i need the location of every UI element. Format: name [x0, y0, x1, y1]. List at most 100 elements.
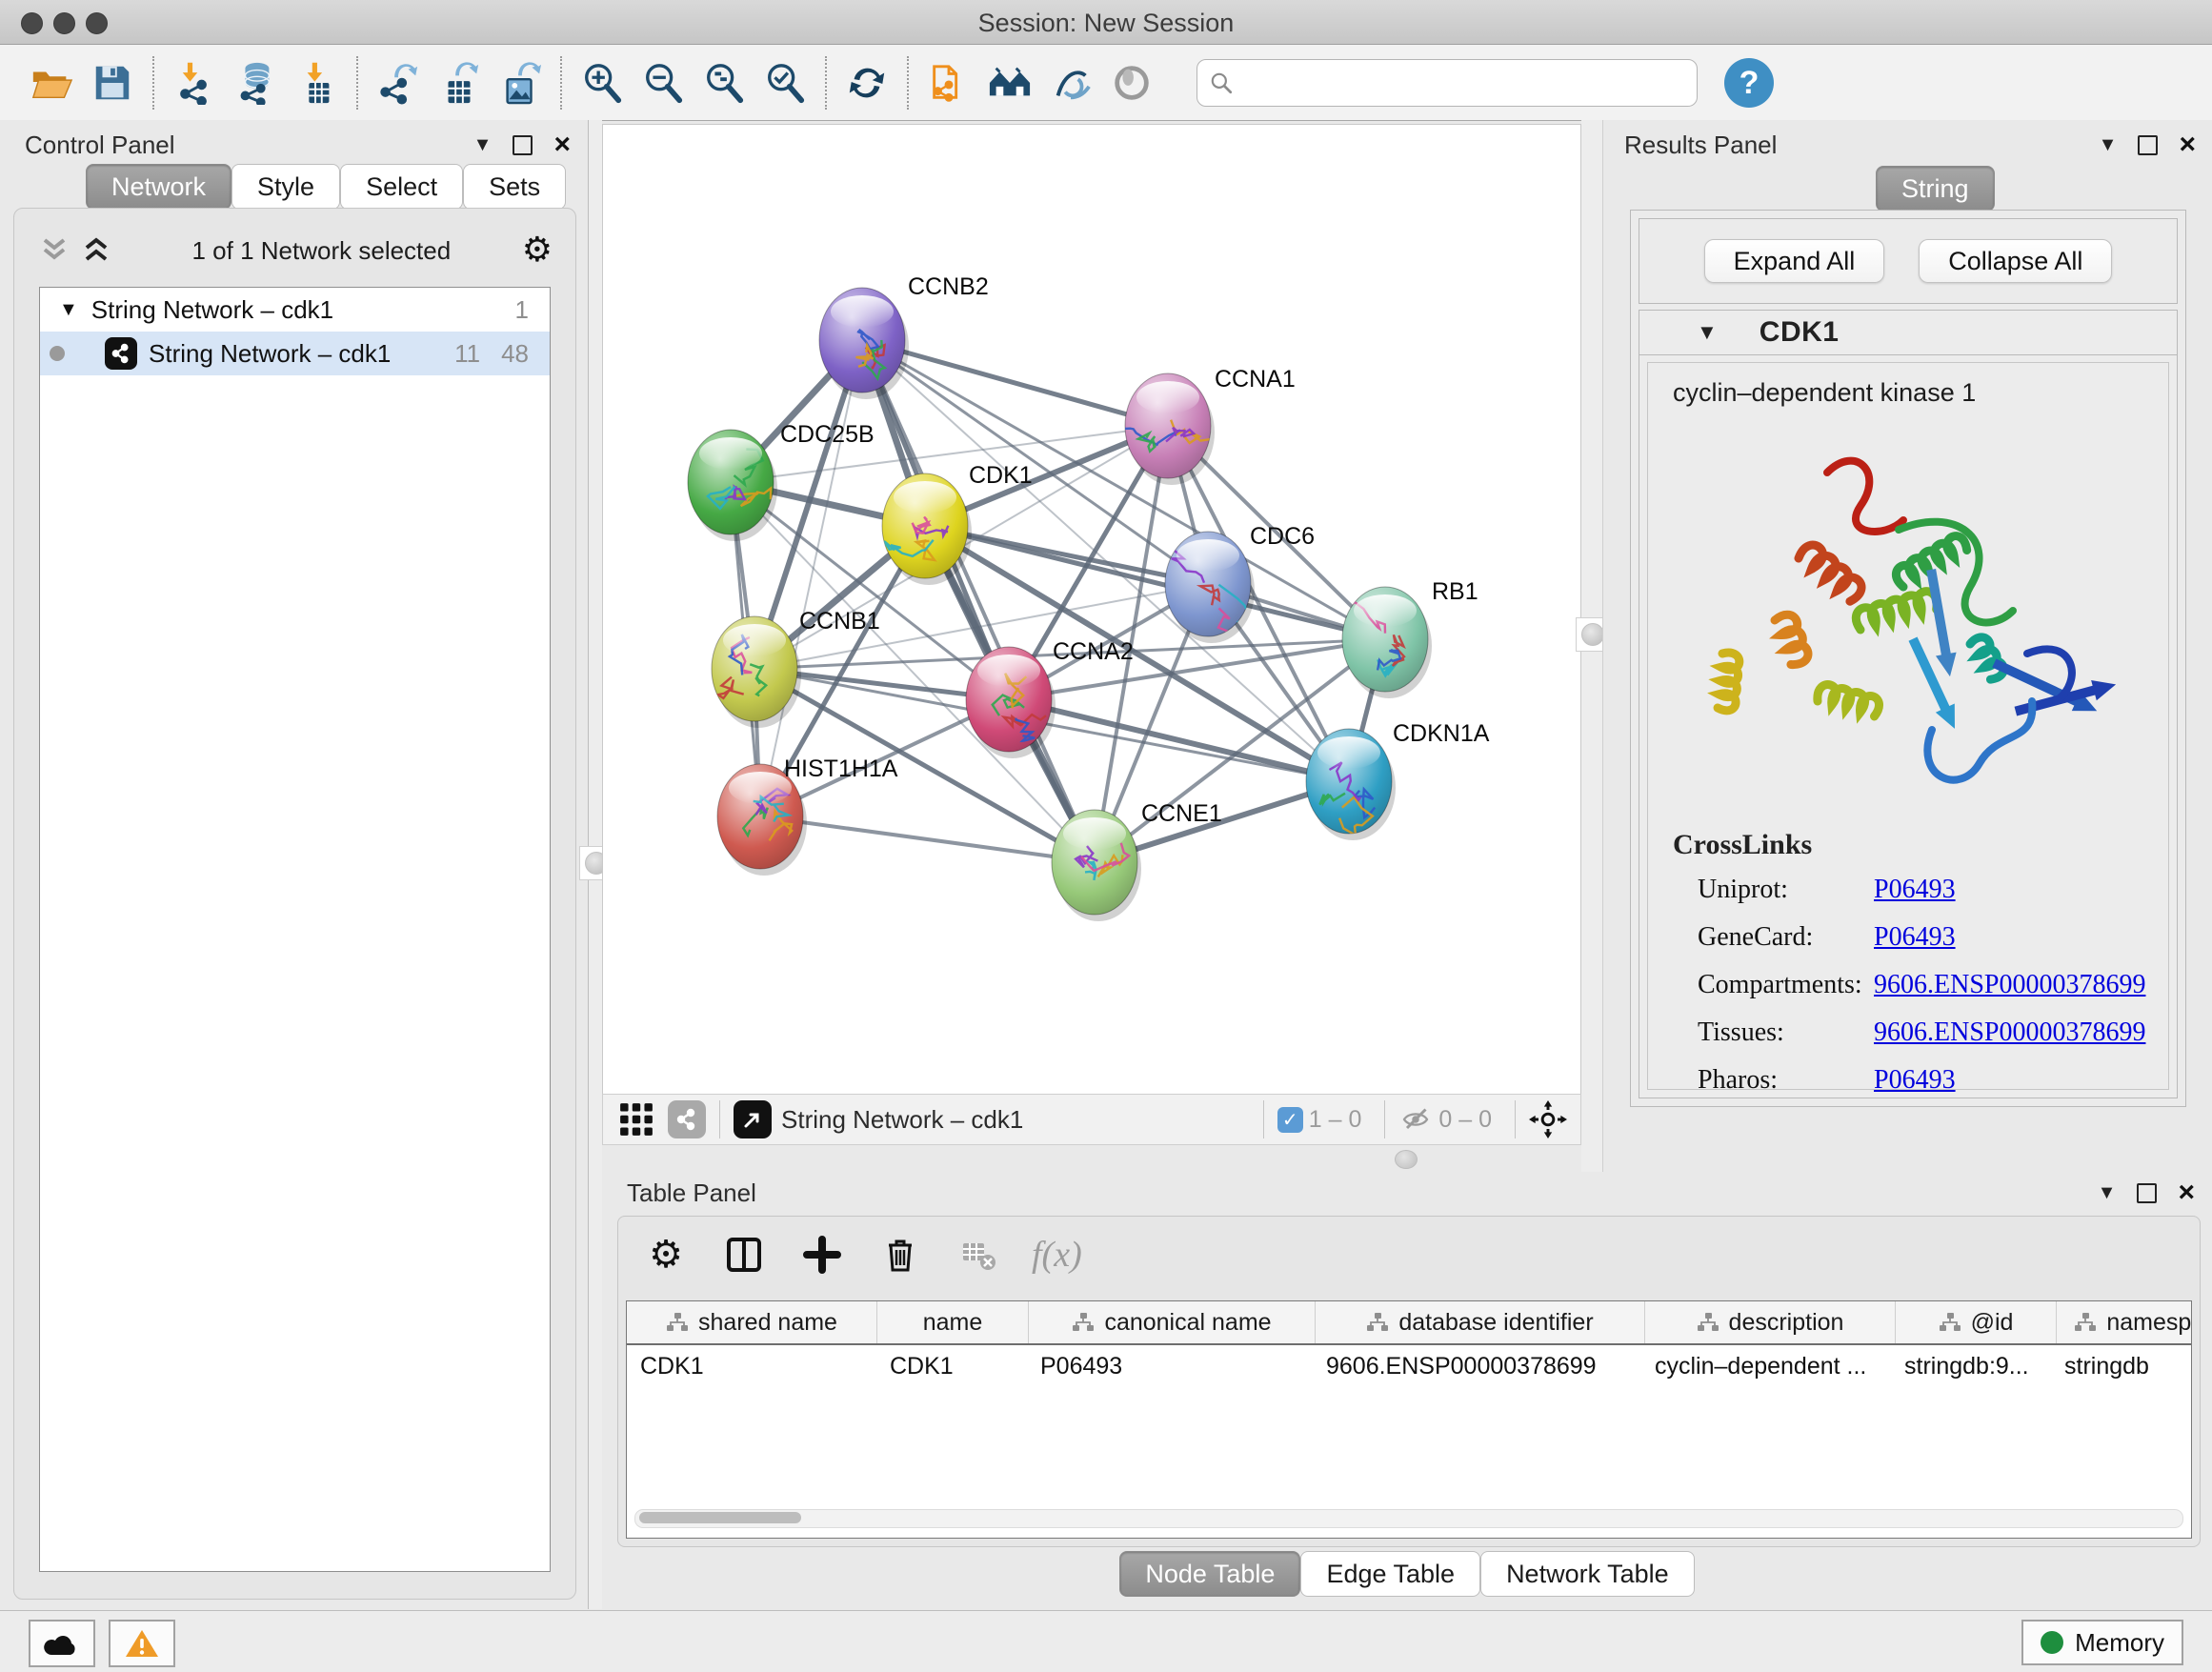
panel-float-icon[interactable] [513, 135, 533, 155]
export-network-button[interactable] [368, 54, 429, 111]
table-cell[interactable]: stringdb:9... [1891, 1345, 2051, 1387]
network-options-gear-icon[interactable]: ⚙ [522, 233, 553, 268]
panel-close-icon[interactable]: × [553, 135, 571, 154]
export-table-button[interactable] [429, 54, 490, 111]
network-row[interactable]: String Network – cdk1 11 48 [40, 332, 550, 375]
column-header-name[interactable]: name [877, 1301, 1029, 1343]
collapse-all-button[interactable]: Collapse All [1919, 239, 2112, 283]
open-folder-icon [30, 61, 73, 105]
network-edges[interactable] [731, 340, 1385, 862]
column-header--id[interactable]: @id [1896, 1301, 2057, 1343]
show-columns-button[interactable] [719, 1230, 769, 1279]
warning-button[interactable] [109, 1620, 175, 1667]
panel-collapse-icon[interactable]: ▼ [473, 134, 493, 156]
grid-view-icon[interactable] [618, 1101, 654, 1138]
table-options-button[interactable]: ⚙ [641, 1230, 691, 1279]
export-image-button[interactable] [490, 54, 551, 111]
import-network-from-database-button[interactable] [225, 54, 286, 111]
cloud-button[interactable] [29, 1620, 95, 1667]
table-row[interactable]: CDK1CDK1P064939606.ENSP00000378699cyclin… [627, 1345, 2191, 1387]
delete-table-button[interactable] [954, 1230, 1003, 1279]
selected-checkbox-icon[interactable]: ✓ [1277, 1107, 1303, 1133]
table-cell[interactable]: 9606.ENSP00000378699 [1313, 1345, 1641, 1387]
string-home-button[interactable] [979, 54, 1040, 111]
network-node-CDKN1A[interactable]: CDKN1A [1306, 720, 1490, 840]
string-import-button[interactable] [918, 54, 979, 111]
crosslink-link[interactable]: P06493 [1874, 922, 1956, 953]
collapse-all-icon[interactable] [37, 236, 71, 265]
add-column-button[interactable] [797, 1230, 847, 1279]
function-builder-icon[interactable]: f(x) [1032, 1234, 1082, 1276]
enhanced-labels-button[interactable] [1040, 54, 1101, 111]
string-view-icon[interactable] [668, 1100, 706, 1138]
help-button[interactable]: ? [1724, 58, 1774, 108]
search-input[interactable] [1196, 59, 1698, 107]
import-network-button[interactable] [164, 54, 225, 111]
network-graph[interactable]: CCNB2CCNA1CDC25BCDK1CDC6RB1CCNB1CCNA2CDK… [603, 125, 1580, 1095]
open-session-button[interactable] [21, 54, 82, 111]
tab-network[interactable]: Network [86, 164, 231, 210]
panel-float-icon[interactable] [2138, 135, 2158, 155]
column-header-canonical-name[interactable]: canonical name [1029, 1301, 1316, 1343]
column-header-description[interactable]: description [1645, 1301, 1896, 1343]
network-node-CCNB2[interactable]: CCNB2 [819, 273, 989, 399]
tab-network-table[interactable]: Network Table [1480, 1551, 1695, 1597]
network-node-CDC6[interactable]: CDC6 [1165, 523, 1315, 646]
panel-close-icon[interactable]: × [2178, 1183, 2195, 1202]
tab-style[interactable]: Style [231, 164, 340, 210]
panel-close-icon[interactable]: × [2179, 135, 2196, 154]
node-table[interactable]: shared namenamecanonical namedatabase id… [626, 1300, 2192, 1539]
zoom-in-button[interactable] [572, 54, 633, 111]
memory-button[interactable]: Memory [2021, 1620, 2183, 1665]
entry-collapse-icon[interactable]: ▼ [1697, 320, 1718, 345]
crosslink-link[interactable]: 9606.ENSP00000378699 [1874, 1017, 2145, 1048]
scrollbar-thumb[interactable] [639, 1512, 801, 1523]
crosslink-row: Uniprot:P06493 [1673, 875, 2168, 905]
panel-float-icon[interactable] [2137, 1183, 2157, 1203]
network-node-CCNB1[interactable]: CCNB1 [712, 608, 880, 728]
tab-edge-table[interactable]: Edge Table [1300, 1551, 1480, 1597]
column-header-database-identifier[interactable]: database identifier [1316, 1301, 1645, 1343]
tab-select[interactable]: Select [340, 164, 463, 210]
column-header-shared-name[interactable]: shared name [627, 1301, 877, 1343]
gene-entry-header[interactable]: ▼ CDK1 [1639, 311, 2177, 355]
table-cell[interactable]: P06493 [1027, 1345, 1313, 1387]
table-cell[interactable]: stringdb [2051, 1345, 2192, 1387]
network-node-HIST1H1A[interactable]: HIST1H1A [717, 755, 898, 876]
panel-collapse-icon[interactable]: ▼ [2098, 1182, 2117, 1204]
apply-layout-button[interactable] [836, 54, 897, 111]
tree-expand-icon[interactable]: ▼ [59, 299, 78, 321]
crosslink-link[interactable]: P06493 [1874, 1065, 1956, 1096]
import-table-button[interactable] [286, 54, 347, 111]
table-cell[interactable]: CDK1 [876, 1345, 1027, 1387]
open-in-window-icon[interactable] [734, 1100, 772, 1138]
zoom-out-button[interactable] [633, 54, 694, 111]
node-label-CDC25B: CDC25B [780, 421, 875, 448]
horizontal-splitter-handle[interactable] [1395, 1150, 1418, 1169]
save-session-button[interactable] [82, 54, 143, 111]
crosslink-link[interactable]: 9606.ENSP00000378699 [1874, 970, 2145, 1000]
fit-content-crosshair-icon[interactable] [1529, 1100, 1567, 1138]
network-canvas[interactable]: CCNB2CCNA1CDC25BCDK1CDC6RB1CCNB1CCNA2CDK… [602, 124, 1581, 1096]
toolbar-separator [152, 56, 154, 110]
expand-all-icon[interactable] [79, 236, 113, 265]
network-node-CDK1[interactable]: CDK1 [882, 462, 1033, 585]
table-cell[interactable]: cyclin–dependent ... [1641, 1345, 1891, 1387]
table-horizontal-scrollbar[interactable] [634, 1509, 2183, 1528]
crosslink-link[interactable]: P06493 [1874, 875, 1956, 905]
tab-node-table[interactable]: Node Table [1119, 1551, 1300, 1597]
column-header-namespace[interactable]: namespace [2057, 1301, 2192, 1343]
network-node-RB1[interactable]: RB1 [1342, 578, 1478, 698]
grayscale-mode-button[interactable] [1101, 54, 1162, 111]
network-collection-row[interactable]: ▼ String Network – cdk1 1 [40, 288, 550, 332]
table-cell[interactable]: CDK1 [627, 1345, 876, 1387]
tab-sets[interactable]: Sets [463, 164, 566, 210]
panel-collapse-icon[interactable]: ▼ [2099, 134, 2118, 156]
tab-string[interactable]: String [1876, 166, 1995, 212]
delete-column-button[interactable] [875, 1230, 925, 1279]
zoom-fit-button[interactable] [694, 54, 754, 111]
search-field[interactable] [1241, 69, 1685, 97]
network-node-CCNE1[interactable]: CCNE1 [1052, 800, 1222, 921]
expand-all-button[interactable]: Expand All [1704, 239, 1885, 283]
zoom-selected-button[interactable] [754, 54, 815, 111]
